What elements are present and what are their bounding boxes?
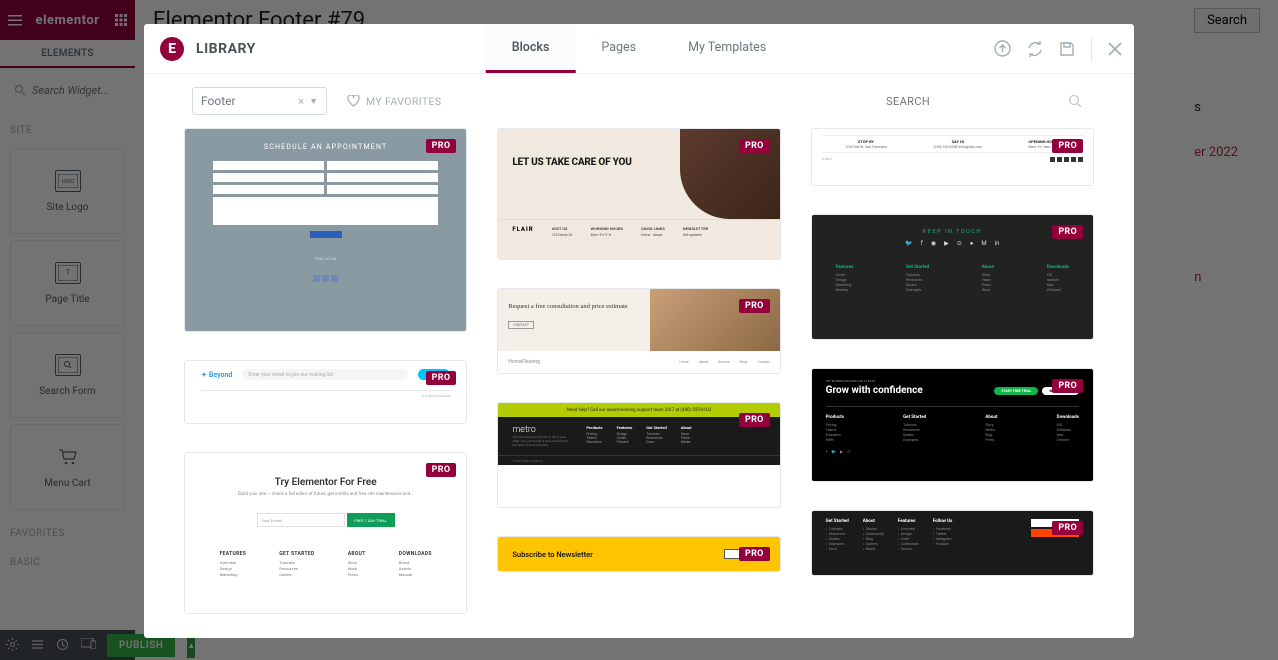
pro-badge: PRO (739, 139, 770, 153)
pro-badge: PRO (1052, 521, 1083, 535)
template-beyond[interactable]: PRO Beyond Enter your email to join our … (184, 360, 467, 424)
search-icon (1068, 94, 1082, 108)
favorites-label: MY FAVORITES (366, 95, 442, 108)
template-metro[interactable]: PRO Need help? Call our award-winning su… (497, 402, 780, 508)
template-grow-confidence[interactable]: PRO TRY ELEMENTOR FREE FOR 14 DAYS Grow … (811, 368, 1094, 482)
grid-column: PRO STOP BY1234 Divi St. San Francisco S… (811, 128, 1094, 618)
template-get-started-dark[interactable]: PRO Get StartedTutorialsResourcesGuidesE… (811, 510, 1094, 576)
filter-value: Footer (201, 94, 236, 108)
template-white-minimal[interactable]: PRO STOP BY1234 Divi St. San Francisco S… (811, 128, 1094, 186)
pro-badge: PRO (739, 547, 770, 561)
template-preview: Get StartedTutorialsResourcesGuidesExamp… (812, 511, 1093, 575)
tab-my-templates[interactable]: My Templates (662, 24, 792, 73)
library-modal: E LIBRARY Blocks Pages My Templates Foot… (144, 24, 1134, 638)
template-grid[interactable]: PRO SCHEDULE AN APPOINTMENT FIND US ON P… (144, 128, 1134, 638)
library-search (886, 87, 1086, 115)
template-take-care[interactable]: PRO LET US TAKE CARE OF YOU FLAIR VISIT … (497, 128, 780, 260)
library-actions (994, 37, 1122, 61)
dropdown-caret-icon: ▼ (309, 96, 318, 107)
pro-badge: PRO (426, 463, 457, 477)
heart-icon (347, 95, 360, 107)
template-appointment[interactable]: PRO SCHEDULE AN APPOINTMENT FIND US ON (184, 128, 467, 332)
template-newsletter[interactable]: PRO Subscribe to Newsletter (497, 536, 780, 572)
my-favorites-button[interactable]: MY FAVORITES (347, 95, 442, 108)
tab-blocks[interactable]: Blocks (486, 24, 576, 73)
sync-icon[interactable] (1027, 41, 1043, 57)
template-preview: TRY ELEMENTOR FREE FOR 14 DAYS Grow with… (812, 369, 1093, 481)
template-try-elementor[interactable]: PRO Try Elementor For Free Build your si… (184, 452, 467, 614)
elementor-logo-icon: E (160, 37, 184, 61)
template-preview: STOP BY1234 Divi St. San Francisco SAY H… (812, 129, 1093, 185)
library-tabs: Blocks Pages My Templates (486, 24, 793, 73)
library-search-input[interactable] (886, 95, 1086, 108)
tab-pages[interactable]: Pages (575, 24, 662, 73)
close-icon[interactable] (1108, 42, 1122, 56)
divider (1091, 37, 1092, 61)
template-preview: Beyond Enter your email to join our mail… (185, 361, 466, 423)
pro-badge: PRO (426, 371, 457, 385)
library-toolbar: Footer × ▼ MY FAVORITES (144, 74, 1134, 128)
grid-column: PRO LET US TAKE CARE OF YOU FLAIR VISIT … (497, 128, 780, 618)
pro-badge: PRO (1052, 225, 1083, 239)
pro-badge: PRO (739, 413, 770, 427)
template-preview: SCHEDULE AN APPOINTMENT FIND US ON (185, 129, 466, 331)
library-title: LIBRARY (196, 41, 256, 57)
library-header: E LIBRARY Blocks Pages My Templates (144, 24, 1134, 74)
category-filter[interactable]: Footer × ▼ (192, 87, 327, 115)
pro-badge: PRO (426, 139, 457, 153)
grid-column: PRO SCHEDULE AN APPOINTMENT FIND US ON P… (184, 128, 467, 618)
template-flooring[interactable]: PRO Request a free consultation and pric… (497, 288, 780, 374)
save-icon[interactable] (1059, 41, 1075, 57)
template-preview: Subscribe to Newsletter (498, 537, 779, 571)
upload-icon[interactable] (994, 40, 1011, 57)
template-preview: KEEP IN TOUCH 🐦f◉▶⊙●Min FeaturesHomeDesi… (812, 215, 1093, 339)
template-preview: Try Elementor For Free Build your site —… (185, 453, 466, 613)
pro-badge: PRO (739, 299, 770, 313)
template-preview: Need help? Call our award-winning suppor… (498, 403, 779, 507)
template-preview: Request a free consultation and price es… (498, 289, 779, 373)
clear-filter-icon[interactable]: × (298, 95, 304, 108)
pro-badge: PRO (1052, 139, 1083, 153)
template-keep-in-touch[interactable]: PRO KEEP IN TOUCH 🐦f◉▶⊙●Min FeaturesHome… (811, 214, 1094, 340)
pro-badge: PRO (1052, 379, 1083, 393)
template-preview: LET US TAKE CARE OF YOU FLAIR VISIT US12… (498, 129, 779, 259)
